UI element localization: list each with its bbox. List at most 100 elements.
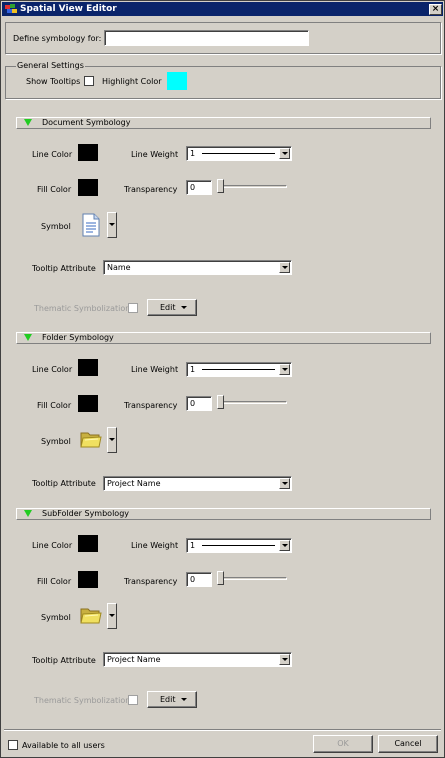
symbol-label: Symbol <box>41 222 71 231</box>
line-weight-label: Line Weight <box>131 365 179 374</box>
cancel-button[interactable]: Cancel <box>378 735 438 753</box>
transparency-value: 0 <box>190 399 196 408</box>
thematic-symbolization-label: Thematic Symbolization <box>34 696 131 705</box>
line-color-swatch[interactable] <box>78 359 98 376</box>
symbol-label: Symbol <box>41 613 71 622</box>
line-weight-label: Line Weight <box>131 541 179 550</box>
transparency-value: 0 <box>190 183 196 192</box>
transparency-input[interactable]: 0 <box>186 180 212 195</box>
fill-color-label: Fill Color <box>37 185 72 194</box>
ok-button[interactable]: OK <box>313 735 373 753</box>
line-weight-value: 1 <box>190 541 196 550</box>
subfolder-symbology-header[interactable]: SubFolder Symbology <box>16 508 431 520</box>
dropdown-button[interactable] <box>279 262 290 273</box>
document-symbology-header[interactable]: Document Symbology <box>16 117 431 129</box>
symbol-dropdown-button[interactable] <box>107 603 117 629</box>
transparency-label: Transparency <box>124 401 178 410</box>
highlight-color-label: Highlight Color <box>102 77 162 86</box>
transparency-input[interactable]: 0 <box>186 572 212 587</box>
chevron-down-icon <box>282 266 288 269</box>
document-icon <box>82 213 100 237</box>
transparency-slider-track[interactable] <box>218 185 287 188</box>
title-bar: Spatial View Editor × <box>2 2 443 16</box>
transparency-label: Transparency <box>124 577 178 586</box>
general-settings-label: General Settings <box>16 61 85 71</box>
transparency-slider-thumb[interactable] <box>217 179 224 193</box>
line-weight-preview <box>202 369 275 370</box>
folder-icon <box>80 608 102 624</box>
fill-color-swatch[interactable] <box>78 571 98 588</box>
line-color-label: Line Color <box>32 150 73 159</box>
transparency-value: 0 <box>190 575 196 584</box>
line-weight-select[interactable]: 1 <box>186 362 292 377</box>
fill-color-swatch[interactable] <box>78 395 98 412</box>
tooltip-attribute-label: Tooltip Attribute <box>32 656 96 665</box>
line-weight-preview <box>202 153 275 154</box>
section-title: Folder Symbology <box>42 333 114 342</box>
line-color-swatch[interactable] <box>78 144 98 161</box>
footer-separator <box>4 729 441 731</box>
edit-label: Edit <box>160 695 176 704</box>
define-symbology-input[interactable] <box>104 30 309 46</box>
dropdown-button[interactable] <box>279 148 290 159</box>
edit-label: Edit <box>160 303 176 312</box>
line-weight-preview <box>202 545 275 546</box>
ok-label: OK <box>337 739 349 748</box>
thematic-symbolization-checkbox[interactable] <box>128 695 138 705</box>
chevron-down-icon <box>109 614 115 617</box>
tooltip-attribute-select[interactable]: Project Name <box>103 652 292 667</box>
transparency-slider-track[interactable] <box>218 401 287 404</box>
symbol-dropdown-button[interactable] <box>107 427 117 453</box>
chevron-down-icon <box>109 223 115 226</box>
cancel-label: Cancel <box>394 739 422 748</box>
line-color-label: Line Color <box>32 541 73 550</box>
show-tooltips-label: Show Tooltips <box>26 77 81 86</box>
folder-icon <box>80 432 102 448</box>
show-tooltips-checkbox[interactable] <box>84 76 94 86</box>
transparency-slider-track[interactable] <box>218 577 287 580</box>
chevron-down-icon <box>282 482 288 485</box>
section-title: SubFolder Symbology <box>42 509 129 518</box>
fill-color-label: Fill Color <box>37 577 72 586</box>
dropdown-button[interactable] <box>279 478 290 489</box>
tooltip-attribute-label: Tooltip Attribute <box>32 264 96 273</box>
expand-triangle-icon <box>24 334 32 341</box>
chevron-down-icon <box>181 698 187 701</box>
line-weight-label: Line Weight <box>131 150 179 159</box>
fill-color-swatch[interactable] <box>78 179 98 196</box>
available-to-all-users-label: Available to all users <box>22 741 105 750</box>
close-icon: × <box>431 4 440 14</box>
line-color-swatch[interactable] <box>78 535 98 552</box>
spatial-view-editor-window: Spatial View Editor × Define symbology f… <box>0 0 445 758</box>
define-symbology-label: Define symbology for: <box>13 34 102 43</box>
close-button[interactable]: × <box>429 4 442 15</box>
chevron-down-icon <box>181 306 187 309</box>
symbol-dropdown-button[interactable] <box>107 212 117 238</box>
edit-button[interactable]: Edit <box>147 691 197 708</box>
transparency-label: Transparency <box>124 185 178 194</box>
chevron-down-icon <box>282 152 288 155</box>
folder-symbology-header[interactable]: Folder Symbology <box>16 332 431 344</box>
edit-button[interactable]: Edit <box>147 299 197 316</box>
transparency-slider-thumb[interactable] <box>217 395 224 409</box>
thematic-symbolization-label: Thematic Symbolization <box>34 304 131 313</box>
tooltip-attribute-value: Project Name <box>107 479 161 488</box>
tooltip-attribute-select[interactable]: Project Name <box>103 476 292 491</box>
tooltip-attribute-select[interactable]: Name <box>103 260 292 275</box>
transparency-input[interactable]: 0 <box>186 396 212 411</box>
chevron-down-icon <box>109 438 115 441</box>
section-title: Document Symbology <box>42 118 131 127</box>
expand-triangle-icon <box>24 510 32 517</box>
symbol-label: Symbol <box>41 437 71 446</box>
available-to-all-users-checkbox[interactable] <box>8 740 18 750</box>
thematic-symbolization-checkbox[interactable] <box>128 303 138 313</box>
dropdown-button[interactable] <box>279 654 290 665</box>
dropdown-button[interactable] <box>279 540 290 551</box>
window-title: Spatial View Editor <box>20 4 117 14</box>
dropdown-button[interactable] <box>279 364 290 375</box>
highlight-color-swatch[interactable] <box>167 72 187 90</box>
line-weight-select[interactable]: 1 <box>186 146 292 161</box>
line-weight-select[interactable]: 1 <box>186 538 292 553</box>
transparency-slider-thumb[interactable] <box>217 571 224 585</box>
fill-color-label: Fill Color <box>37 401 72 410</box>
